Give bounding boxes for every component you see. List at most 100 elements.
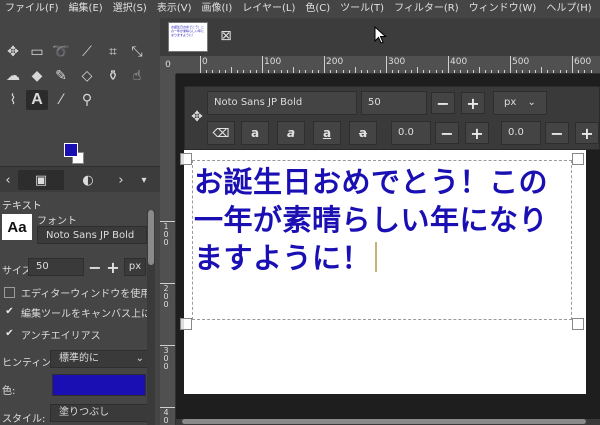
ruler-tick (200, 56, 201, 73)
menu-item[interactable]: レイヤー(L) (237, 0, 300, 18)
menu-item[interactable]: フィルター(R) (389, 0, 464, 18)
checkmark-icon: ✔ (5, 327, 14, 339)
menu-item[interactable]: ヘルプ(H) (541, 0, 596, 18)
move-toolbar-icon[interactable]: ✥ (189, 109, 205, 125)
size-increase-button[interactable]: + (104, 258, 122, 277)
smudge-tool-icon[interactable]: ☝ (126, 66, 148, 86)
menu-item[interactable]: ツール(T) (335, 0, 389, 18)
resize-handle-top-right[interactable] (572, 153, 584, 165)
clone-tool-icon[interactable]: ⚱ (102, 66, 124, 86)
chevron-left-icon[interactable]: ‹ (0, 170, 16, 190)
ruler-tick (392, 70, 394, 73)
toolbar-unit-select[interactable]: px ⌄ (493, 91, 547, 115)
menu-item[interactable]: 選択(S) (108, 0, 152, 18)
italic-button[interactable]: a (277, 121, 305, 145)
size-decrease-button[interactable]: − (86, 258, 104, 277)
antialias-checkbox[interactable]: ✔ アンチエイリアス (4, 326, 154, 342)
move-tool-icon[interactable]: ✥ (2, 42, 24, 62)
antialias-label: アンチエイリアス (21, 330, 101, 342)
ruler-tick (255, 70, 257, 73)
fuzzy-select-tool-icon[interactable]: ⟋ (76, 42, 98, 62)
text-tool-icon[interactable]: A (26, 90, 48, 110)
chevron-right-icon[interactable]: › (112, 170, 130, 190)
horizontal-ruler[interactable]: 0 100 200 300 400 500 600 (176, 56, 600, 74)
device-status-tab-icon[interactable]: ◐ (66, 170, 110, 190)
horizontal-scrollbar-thumb[interactable] (182, 419, 586, 424)
ruler-label: 500 (512, 57, 530, 67)
ruler-label: 600 (574, 57, 592, 67)
on-canvas-checkbox[interactable]: ✔ 編集ツールをキャンバス上に表 (4, 304, 154, 320)
zoom-tool-icon[interactable]: ⚲ (76, 90, 98, 110)
menu-item[interactable]: 表示(V) (152, 0, 197, 18)
text-color-button[interactable] (52, 374, 146, 396)
use-editor-checkbox[interactable]: エディターウィンドウを使用 (4, 284, 154, 300)
baseline-field[interactable]: 0.0 (391, 121, 431, 145)
underline-button[interactable]: a (313, 121, 341, 145)
resize-handle-bottom-left[interactable] (180, 318, 192, 330)
paintbrush-tool-icon[interactable]: ✎ (50, 66, 72, 86)
unified-transform-tool-icon[interactable]: ⤡ (126, 42, 148, 62)
ruler-tick (448, 56, 449, 73)
menu-item[interactable]: ウィンドウ(W) (464, 0, 542, 18)
size-unit-select[interactable]: px (124, 258, 146, 276)
strikethrough-button[interactable]: a (349, 121, 377, 145)
bucket-fill-tool-icon[interactable]: ◆ (26, 66, 48, 86)
menu-item[interactable]: 色(C) (300, 0, 335, 18)
ruler-tick (305, 70, 307, 73)
image-thumbnail[interactable]: お誕生日おめでとう！この一年が素晴らしい年になりますように！ (168, 22, 208, 52)
foreground-color-swatch[interactable] (64, 143, 78, 157)
baseline-decrease-button[interactable]: − (435, 122, 459, 144)
warp-tool-icon[interactable]: ☁ (2, 66, 24, 86)
eraser-tool-icon[interactable]: ◇ (76, 66, 98, 86)
hinting-select[interactable]: 標準的に ⌄ (50, 350, 148, 368)
toolbar-size-decrease-button[interactable]: − (431, 92, 455, 114)
dock-tabs: ‹ ▣ ◐ › ▾ (0, 166, 160, 192)
dock-menu-icon[interactable]: ▾ (134, 170, 154, 190)
kerning-decrease-button[interactable]: − (545, 122, 569, 144)
ruler-tick (466, 70, 468, 73)
clear-style-icon[interactable]: ⌫ (207, 121, 235, 145)
options-scrollbar-thumb[interactable] (148, 210, 154, 265)
toolbar-size-increase-button[interactable]: + (461, 92, 485, 114)
ruler-tick (218, 70, 220, 73)
ruler-tick (516, 70, 518, 73)
menu-item[interactable]: 画像(I) (197, 0, 238, 18)
ruler-tick (160, 221, 175, 222)
vertical-ruler[interactable]: 100200300400 (160, 74, 176, 425)
ruler-tick (348, 70, 350, 73)
toolbar-font-field[interactable]: Noto Sans JP Bold (207, 91, 357, 115)
kerning-increase-button[interactable]: + (575, 122, 599, 144)
rect-select-tool-icon[interactable]: ▭ (26, 42, 48, 62)
menu-item[interactable]: 編集(E) (64, 0, 108, 18)
paths-tool-icon[interactable]: ⌇ (2, 90, 24, 110)
font-name-field[interactable]: Noto Sans JP Bold (37, 226, 147, 244)
close-icon[interactable]: ⊠ (218, 28, 234, 44)
ruler-tick (293, 67, 294, 73)
toolbar-size-field[interactable]: 50 (361, 91, 427, 115)
resize-handle-bottom-right[interactable] (572, 318, 584, 330)
font-preview[interactable]: Aa (2, 214, 32, 240)
ruler-label: 400 (450, 57, 468, 67)
crop-tool-icon[interactable]: ⌗ (102, 42, 124, 62)
lasso-tool-icon[interactable]: ➰ (50, 42, 72, 62)
canvas-text[interactable]: お誕生日おめでとう！この一年が素晴らしい年になりますように！ (194, 163, 572, 277)
ruler-tick (212, 70, 214, 73)
toolbox: ✥ ▭ ➰ ⟋ ⌗ ⤡ ☁ ◆ ✎ ◇ ⚱ ☝ ⌇ A ⁄ ⚲ (0, 18, 160, 164)
ruler-tick (404, 70, 406, 73)
style-select[interactable]: 塗りつぶし (50, 404, 148, 422)
bold-button[interactable]: a (241, 121, 269, 145)
baseline-increase-button[interactable]: + (465, 122, 489, 144)
tool-options-tab-icon[interactable]: ▣ (18, 170, 64, 190)
ruler-tick (528, 70, 530, 73)
ruler-origin[interactable]: 0 (160, 56, 176, 74)
menu-item[interactable]: ファイル(F) (0, 0, 64, 18)
text-caret (375, 242, 378, 272)
size-field[interactable]: 50 (28, 258, 84, 276)
chevron-down-icon: ⌄ (527, 97, 536, 108)
kerning-field[interactable]: 0.0 (501, 121, 541, 145)
on-canvas-label: 編集ツールをキャンバス上に表 (21, 308, 154, 320)
thumbnail-text: お誕生日おめでとう！この一年が素晴らしい年になりますように！ (171, 25, 205, 37)
ruler-label: 0 (163, 362, 169, 371)
color-picker-tool-icon[interactable]: ⁄ (50, 90, 72, 110)
resize-handle-top-left[interactable] (180, 153, 192, 165)
